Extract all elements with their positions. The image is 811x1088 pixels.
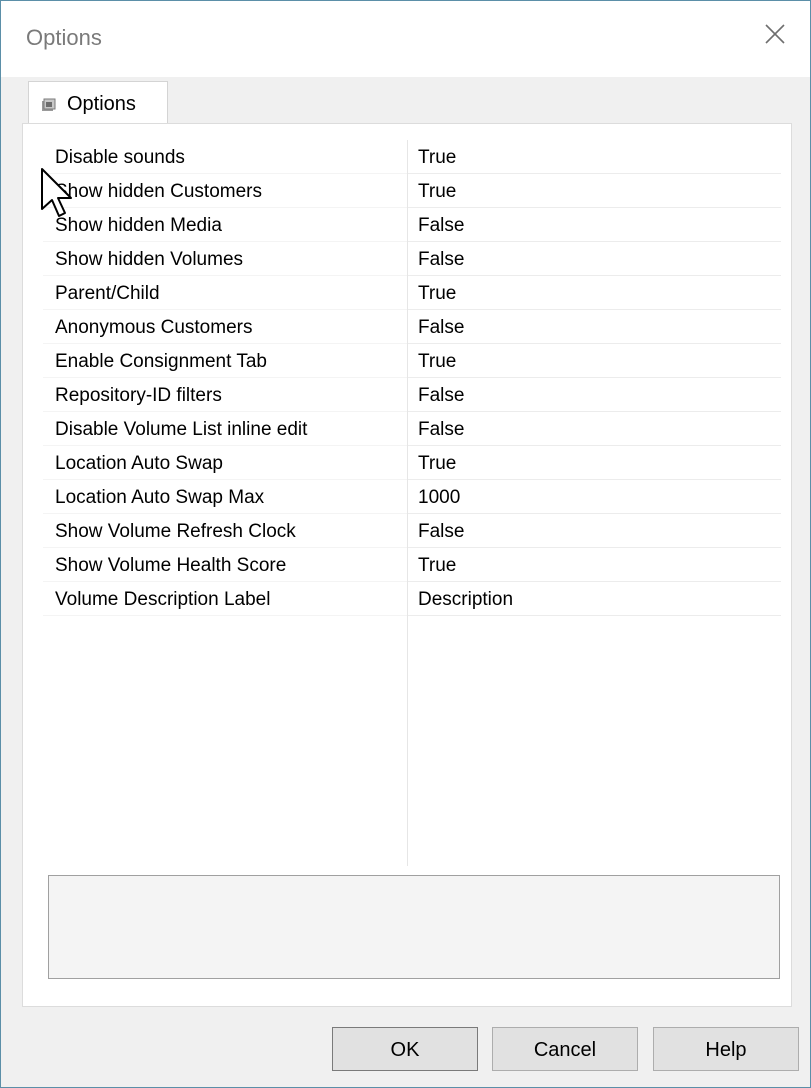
property-row[interactable]: Anonymous Customers False	[43, 310, 781, 344]
property-name: Parent/Child	[55, 283, 160, 304]
property-value-cell[interactable]: True	[408, 174, 781, 208]
property-name: Show hidden Volumes	[55, 249, 244, 270]
tab-options-label: Options	[67, 93, 136, 115]
property-name: Repository-ID filters	[55, 385, 222, 406]
property-value: False	[418, 521, 465, 542]
tab-options[interactable]: Options	[28, 81, 168, 125]
property-name: Anonymous Customers	[55, 317, 253, 338]
property-name: Show hidden Customers	[55, 181, 262, 202]
property-name: Volume Description Label	[55, 589, 271, 610]
property-row[interactable]: Volume Description Label Description	[43, 582, 781, 616]
property-value: True	[418, 555, 457, 576]
property-row[interactable]: Show Volume Health Score True	[43, 548, 781, 582]
property-value: Description	[418, 589, 514, 610]
property-description-box	[48, 875, 780, 979]
property-name: Enable Consignment Tab	[55, 351, 267, 372]
property-value-cell[interactable]: False	[408, 242, 781, 276]
options-dialog: Options Options Disable sounds True Show h…	[0, 0, 811, 1088]
property-name: Location Auto Swap Max	[55, 487, 265, 508]
property-value: False	[418, 419, 465, 440]
close-icon	[765, 24, 785, 44]
property-row[interactable]: Parent/Child True	[43, 276, 781, 310]
property-value-cell[interactable]: True	[408, 140, 781, 174]
property-row[interactable]: Show Volume Refresh Clock False	[43, 514, 781, 548]
property-value: False	[418, 215, 465, 236]
property-value-cell[interactable]: False	[408, 378, 781, 412]
ok-button[interactable]: OK	[332, 1027, 478, 1071]
property-value: False	[418, 249, 465, 270]
property-value: False	[418, 385, 465, 406]
property-value: False	[418, 317, 465, 338]
title-bar: Options	[1, 1, 810, 77]
property-name: Location Auto Swap	[55, 453, 223, 474]
property-row[interactable]: Location Auto Swap True	[43, 446, 781, 480]
property-value: True	[418, 181, 457, 202]
property-row[interactable]: Repository-ID filters False	[43, 378, 781, 412]
property-value: True	[418, 351, 457, 372]
property-value-cell[interactable]: 1000	[408, 480, 781, 514]
property-value-cell[interactable]: False	[408, 208, 781, 242]
property-value-cell[interactable]: True	[408, 344, 781, 378]
property-value-cell[interactable]: True	[408, 276, 781, 310]
options-tab-icon	[41, 96, 57, 112]
property-row[interactable]: Location Auto Swap Max 1000	[43, 480, 781, 514]
property-row[interactable]: Disable Volume List inline edit False	[43, 412, 781, 446]
property-value-cell[interactable]: False	[408, 412, 781, 446]
property-name: Show Volume Refresh Clock	[55, 521, 296, 542]
property-value-cell[interactable]: True	[408, 548, 781, 582]
property-row[interactable]: Disable sounds True	[43, 140, 781, 174]
window-title: Options	[26, 25, 102, 50]
property-value: True	[418, 453, 457, 474]
property-row[interactable]: Show hidden Volumes False	[43, 242, 781, 276]
close-button[interactable]	[750, 1, 810, 71]
property-row[interactable]: Show hidden Customers True	[43, 174, 781, 208]
tab-panel-options: Disable sounds True Show hidden Customers T…	[22, 123, 792, 1007]
property-value-cell[interactable]: Description	[408, 582, 781, 616]
row-separator	[43, 615, 407, 616]
property-value-cell[interactable]: False	[408, 514, 781, 548]
property-row[interactable]: Enable Consignment Tab True	[43, 344, 781, 378]
property-name: Disable sounds	[55, 147, 185, 168]
property-value-cell[interactable]: False	[408, 310, 781, 344]
property-grid: Disable sounds True Show hidden Customers T…	[43, 140, 785, 866]
property-value: 1000	[418, 487, 461, 508]
help-button[interactable]: Help	[653, 1027, 799, 1071]
property-row[interactable]: Show hidden Media False	[43, 208, 781, 242]
property-value-cell[interactable]: True	[408, 446, 781, 480]
property-name: Show hidden Media	[55, 215, 222, 236]
property-value: True	[418, 147, 457, 168]
tab-strip: Options	[1, 77, 810, 125]
property-name: Show Volume Health Score	[55, 555, 287, 576]
property-name: Disable Volume List inline edit	[55, 419, 308, 440]
property-value: True	[418, 283, 457, 304]
cancel-button[interactable]: Cancel	[492, 1027, 638, 1071]
